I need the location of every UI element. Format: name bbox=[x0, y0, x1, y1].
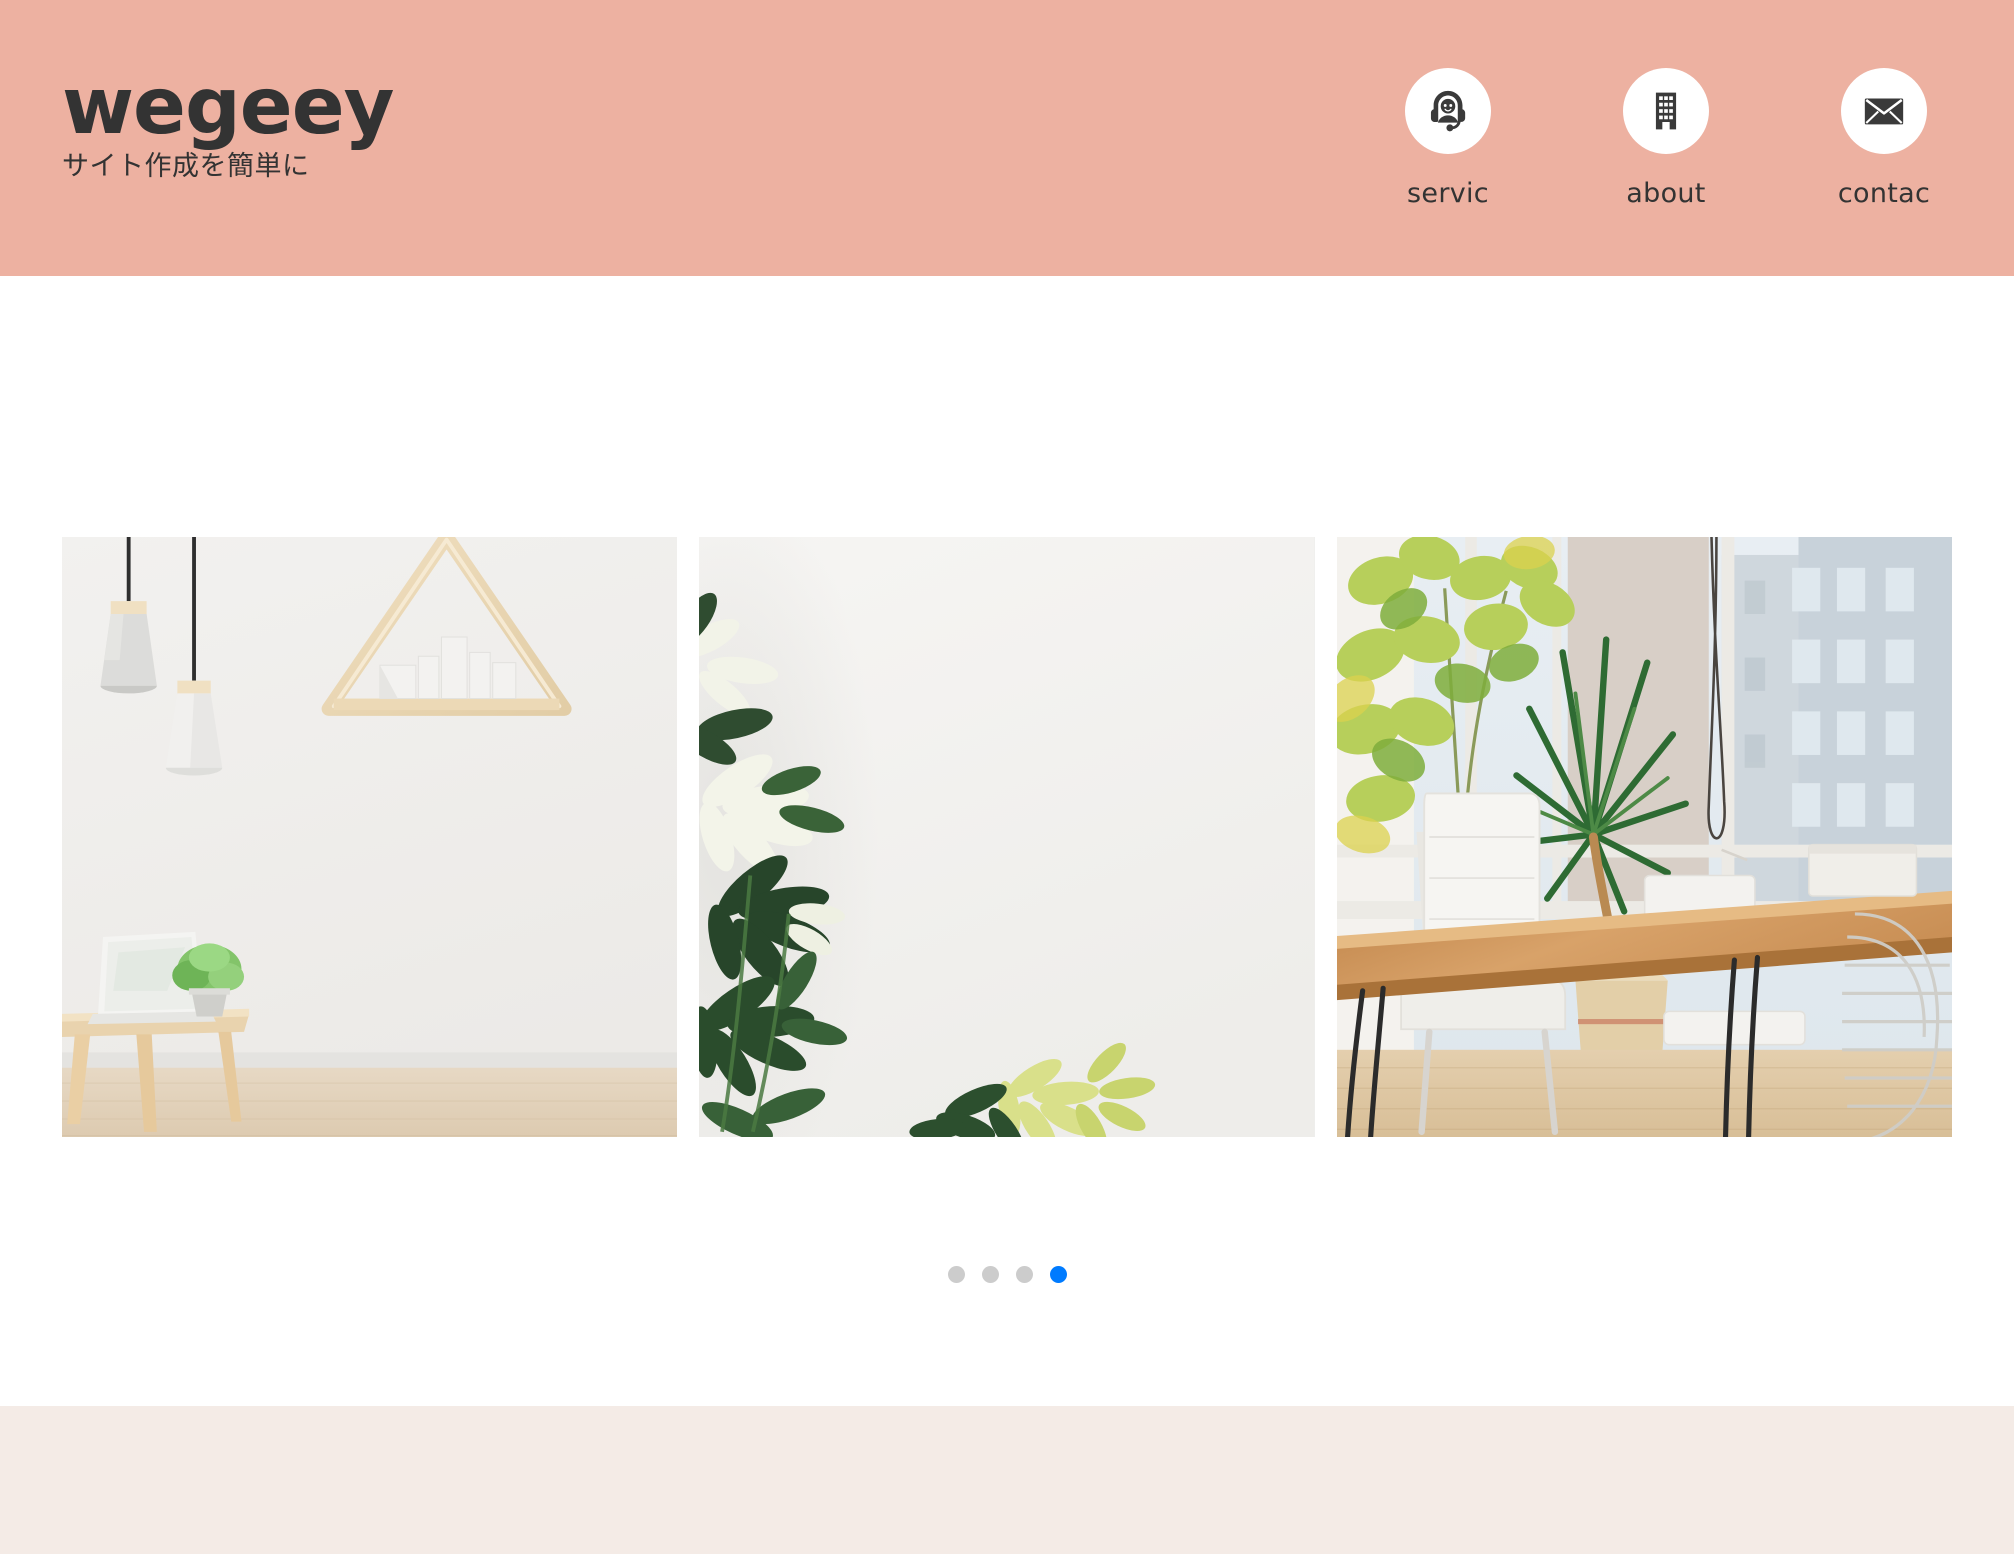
slide-1-image bbox=[62, 537, 678, 1137]
brand-tagline: サイト作成を簡単に bbox=[62, 150, 310, 182]
site-header: wegeey サイト作成を簡単に servic about contac bbox=[0, 0, 2014, 276]
slide-2-image bbox=[699, 537, 1315, 1137]
carousel-dot-3[interactable] bbox=[1015, 1266, 1033, 1283]
carousel-slide-track bbox=[0, 537, 2014, 1137]
nav-item-servic[interactable]: servic bbox=[1388, 68, 1508, 209]
headset-support-icon bbox=[1405, 68, 1491, 154]
nav-item-contac[interactable]: contac bbox=[1824, 68, 1944, 209]
slide-3-image bbox=[1336, 537, 1952, 1137]
carousel-dot-1[interactable] bbox=[947, 1266, 965, 1283]
carousel-dot-2[interactable] bbox=[981, 1266, 999, 1283]
carousel-pagination bbox=[0, 1266, 2014, 1283]
nav-label-about: about bbox=[1626, 178, 1706, 209]
lower-band-section bbox=[0, 1406, 2014, 1554]
carousel-slide-3[interactable] bbox=[1336, 537, 1952, 1137]
brand-logo[interactable]: wegeey サイト作成を簡単に bbox=[0, 0, 394, 182]
brand-name: wegeey bbox=[62, 62, 394, 152]
carousel-slide-1[interactable] bbox=[62, 537, 678, 1137]
nav-label-contac: contac bbox=[1837, 178, 1931, 209]
carousel-dot-4[interactable] bbox=[1049, 1266, 1067, 1283]
office-building-icon bbox=[1623, 68, 1709, 154]
image-carousel bbox=[0, 276, 2014, 1406]
main-navigation: servic about contac bbox=[1388, 0, 2014, 209]
carousel-slide-2[interactable] bbox=[699, 537, 1315, 1137]
nav-item-about[interactable]: about bbox=[1606, 68, 1726, 209]
nav-label-servic: servic bbox=[1407, 178, 1489, 209]
envelope-icon bbox=[1841, 68, 1927, 154]
